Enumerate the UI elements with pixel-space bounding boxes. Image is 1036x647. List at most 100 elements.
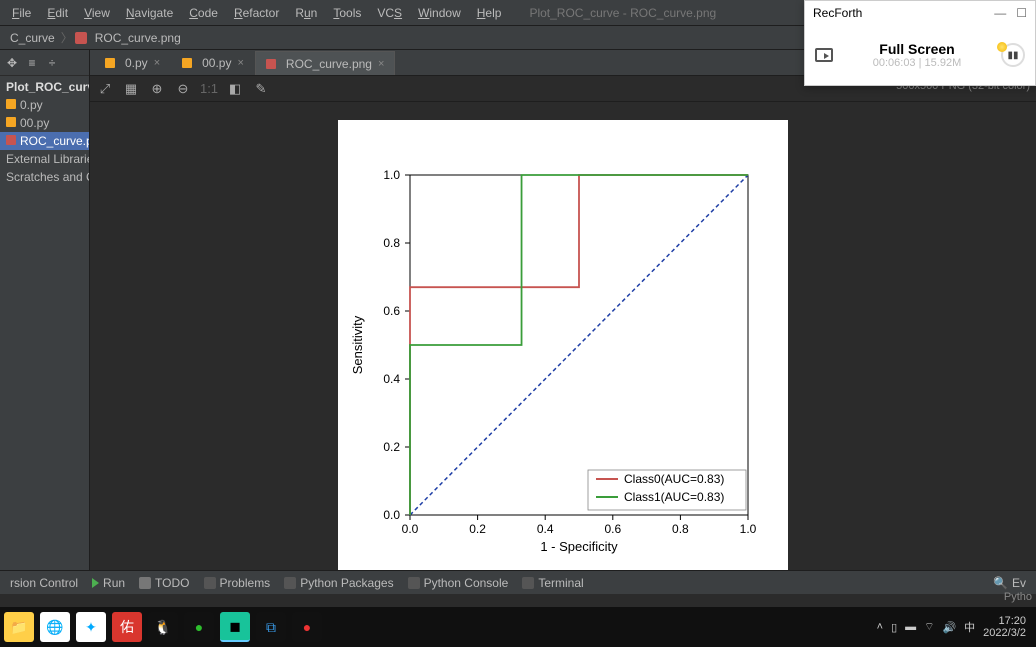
- menu-window[interactable]: Window: [410, 6, 469, 20]
- version-control-tool[interactable]: rsion Control: [10, 576, 78, 590]
- svg-text:1.0: 1.0: [740, 522, 757, 536]
- event-log-tool[interactable]: 🔍 Ev: [993, 576, 1026, 590]
- color-picker-icon[interactable]: ✎: [254, 82, 268, 96]
- window-title: Plot_ROC_curve - ROC_curve.png: [529, 6, 716, 20]
- menu-run[interactable]: Run: [287, 6, 325, 20]
- tab-roc[interactable]: ROC_curve.png×: [255, 51, 395, 75]
- edge-icon[interactable]: 🌐: [40, 612, 70, 642]
- image-file-icon: [75, 32, 87, 44]
- pause-button[interactable]: ▮▮: [1001, 43, 1025, 67]
- svg-text:0.6: 0.6: [604, 522, 621, 536]
- console-icon: [408, 577, 420, 589]
- maximize-icon[interactable]: ☐: [1016, 6, 1027, 20]
- problems-tool[interactable]: Problems: [204, 576, 271, 590]
- collapse-icon[interactable]: ✥: [6, 57, 18, 69]
- tray-clock[interactable]: 17:20 2022/3/2: [983, 615, 1026, 639]
- image-viewer[interactable]: 0.00.20.40.60.81.00.00.20.40.60.81.01 - …: [90, 102, 1036, 570]
- tree-file-roc[interactable]: ROC_curve.png: [0, 132, 89, 150]
- menu-code[interactable]: Code: [181, 6, 226, 20]
- zoom-in-icon[interactable]: ⊕: [150, 82, 164, 96]
- chevron-right-icon: 〉: [59, 29, 75, 46]
- close-icon[interactable]: ×: [237, 57, 243, 69]
- tray-battery-icon[interactable]: ▬: [905, 621, 916, 633]
- python-packages-tool[interactable]: Python Packages: [284, 576, 393, 590]
- tab-00py[interactable]: 00.py×: [171, 51, 255, 75]
- expand-icon[interactable]: ≡: [26, 57, 38, 69]
- python-file-icon: [105, 58, 115, 68]
- svg-text:0.6: 0.6: [383, 304, 400, 318]
- recforth-window[interactable]: RecForth — ☐ Full Screen 00:06:03 | 15.9…: [804, 0, 1036, 86]
- breadcrumb-root[interactable]: C_curve: [6, 31, 59, 45]
- run-tool[interactable]: Run: [92, 576, 125, 590]
- tray-wifi-icon[interactable]: ⌔: [924, 620, 934, 634]
- project-sidebar: ✥ ≡ ÷ Plot_ROC_curve 0.py 00.py ROC_curv…: [0, 50, 90, 570]
- menu-vcs[interactable]: VCS: [369, 6, 410, 20]
- tray-ime[interactable]: 中: [964, 619, 975, 635]
- recorder-icon[interactable]: [815, 48, 833, 62]
- fullscreen-label: Full Screen: [843, 41, 991, 57]
- svg-text:Class0(AUC=0.83): Class0(AUC=0.83): [624, 472, 724, 486]
- vscode-icon[interactable]: ⧉: [256, 612, 286, 642]
- tree-file-0py[interactable]: 0.py: [0, 96, 89, 114]
- svg-text:0.0: 0.0: [383, 508, 400, 522]
- svg-text:0.2: 0.2: [469, 522, 486, 536]
- tray-chevron-icon[interactable]: ˄: [877, 621, 883, 633]
- tree-scratches[interactable]: Scratches and Co: [0, 168, 89, 186]
- package-icon: [284, 577, 296, 589]
- tool-window-bar: rsion Control Run TODO Problems Python P…: [0, 570, 1036, 594]
- menu-refactor[interactable]: Refactor: [226, 6, 287, 20]
- sidebar-toolbar: ✥ ≡ ÷: [0, 50, 89, 76]
- problems-icon: [204, 577, 216, 589]
- record-icon[interactable]: ●: [292, 612, 322, 642]
- svg-text:Sensitivity: Sensitivity: [350, 315, 365, 374]
- zoom-out-icon[interactable]: ⊖: [176, 82, 190, 96]
- svg-text:Class1(AUC=0.83): Class1(AUC=0.83): [624, 490, 724, 504]
- python-file-icon: [6, 117, 16, 127]
- tree-file-00py[interactable]: 00.py: [0, 114, 89, 132]
- fit-icon[interactable]: ⤢: [98, 82, 112, 96]
- close-icon[interactable]: ×: [154, 57, 160, 69]
- windows-taskbar: 📁 🌐 ✦ 佑 🐧 ● ◼ ⧉ ● ˄ ▯ ▬ ⌔ 🔊 中 17:20 2022…: [0, 607, 1036, 647]
- menu-help[interactable]: Help: [469, 6, 510, 20]
- tab-0py[interactable]: 0.py×: [94, 51, 171, 75]
- toggle-bg-icon[interactable]: ◧: [228, 82, 242, 96]
- recforth-titlebar[interactable]: RecForth — ☐: [805, 1, 1035, 25]
- svg-text:1 - Specificity: 1 - Specificity: [540, 539, 618, 554]
- roc-chart: 0.00.20.40.60.81.00.00.20.40.60.81.01 - …: [338, 120, 788, 570]
- app-icon-1[interactable]: ✦: [76, 612, 106, 642]
- svg-text:0.2: 0.2: [383, 440, 400, 454]
- app-icon-3[interactable]: 🐧: [148, 612, 178, 642]
- menu-view[interactable]: View: [76, 6, 118, 20]
- status-lang: Pytho: [1004, 591, 1032, 603]
- file-explorer-icon[interactable]: 📁: [4, 612, 34, 642]
- svg-text:1.0: 1.0: [383, 168, 400, 182]
- divide-icon[interactable]: ÷: [46, 57, 58, 69]
- menu-navigate[interactable]: Navigate: [118, 6, 181, 20]
- menu-edit[interactable]: Edit: [39, 6, 76, 20]
- wechat-icon[interactable]: ●: [184, 612, 214, 642]
- terminal-tool[interactable]: Terminal: [522, 576, 583, 590]
- project-tree: Plot_ROC_curve 0.py 00.py ROC_curve.png …: [0, 76, 89, 188]
- menu-file[interactable]: File: [4, 6, 39, 20]
- recforth-stats: 00:06:03 | 15.92M: [843, 57, 991, 69]
- tray-volume-icon[interactable]: 🔊: [942, 621, 956, 634]
- todo-tool[interactable]: TODO: [139, 576, 189, 590]
- todo-icon: [139, 577, 151, 589]
- play-icon: [92, 578, 99, 588]
- tray-usb-icon[interactable]: ▯: [891, 621, 897, 634]
- terminal-icon: [522, 577, 534, 589]
- tree-external-libs[interactable]: External Libraries: [0, 150, 89, 168]
- svg-text:0.4: 0.4: [383, 372, 400, 386]
- image-file-icon: [266, 59, 276, 69]
- pycharm-icon[interactable]: ◼: [220, 612, 250, 642]
- svg-text:0.0: 0.0: [402, 522, 419, 536]
- python-console-tool[interactable]: Python Console: [408, 576, 509, 590]
- tree-root[interactable]: Plot_ROC_curve: [0, 78, 89, 96]
- breadcrumb-file[interactable]: ROC_curve.png: [91, 31, 185, 45]
- close-icon[interactable]: ×: [378, 58, 384, 70]
- menu-tools[interactable]: Tools: [325, 6, 369, 20]
- python-file-icon: [182, 58, 192, 68]
- minimize-icon[interactable]: —: [994, 6, 1006, 20]
- grid-icon[interactable]: ▦: [124, 82, 138, 96]
- app-icon-2[interactable]: 佑: [112, 612, 142, 642]
